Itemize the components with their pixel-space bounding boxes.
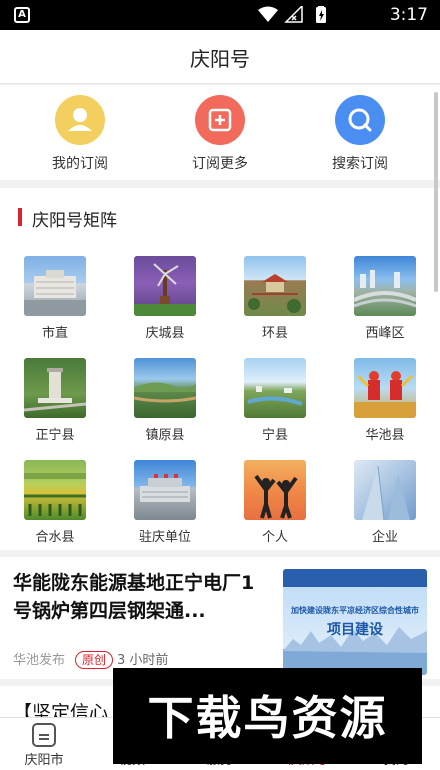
original-badge: 原创: [75, 651, 114, 669]
matrix-item-label: 驻庆单位: [138, 530, 191, 545]
app-screen: A 3:17 庆阳号 我的订阅 订阅更多 搜索订阅 庆阳号矩阵 市直 庆城县 环…: [0, 0, 440, 770]
matrix-item-heshui[interactable]: 合水县: [0, 460, 110, 545]
thumbnail-image: [354, 460, 416, 520]
account-matrix-section: 庆阳号矩阵 市直 庆城县 环县 西峰区 正宁县 镇原县 宁县 华池县 合水县 驻…: [0, 188, 440, 550]
matrix-item-zhuqing[interactable]: 驻庆单位: [110, 460, 220, 545]
thumbnail-image: [244, 256, 306, 316]
thumbnail-image: [354, 256, 416, 316]
matrix-item-label: 华池县: [365, 428, 405, 443]
matrix-item-qiye[interactable]: 企业: [330, 460, 440, 545]
quick-actions: 我的订阅 订阅更多 搜索订阅: [0, 85, 440, 180]
matrix-item-label: 合水县: [35, 530, 75, 545]
document-icon: [32, 723, 56, 747]
thumbnail-image: [134, 460, 196, 520]
matrix-item-huachi[interactable]: 华池县: [330, 358, 440, 443]
article-time: 3 小时前: [117, 653, 169, 668]
thumbnail-image: [354, 358, 416, 418]
clock: 3:17: [389, 5, 428, 25]
article-meta: 华池发布 原创 3 小时前: [13, 649, 169, 669]
matrix-item-label: 市直: [41, 326, 68, 341]
matrix-item-label: 宁县: [261, 428, 288, 443]
thumbnail-image: [244, 460, 306, 520]
matrix-item-geren[interactable]: 个人: [220, 460, 330, 545]
matrix-item-label: 西峰区: [365, 326, 405, 341]
nav-tab-qingyang-city[interactable]: 庆阳市: [0, 718, 88, 770]
matrix-item-zhengning[interactable]: 正宁县: [0, 358, 110, 443]
matrix-item-label: 正宁县: [35, 428, 75, 443]
wifi-icon: [258, 6, 278, 22]
thumbnail-image: [24, 460, 86, 520]
article-card[interactable]: 华能陇东能源基地正宁电厂1号锅炉第四层钢架通... 华池发布 原创 3 小时前 加快…: [0, 557, 440, 679]
matrix-item-label: 环县: [261, 326, 288, 341]
thumbnail-banner-text: 加快建设陇东平凉经济区综合性城市: [291, 606, 419, 615]
thumbnail-image: [134, 358, 196, 418]
quick-action-label: 我的订阅: [52, 156, 108, 172]
matrix-item-label: 庆城县: [145, 326, 185, 341]
matrix-item-huanxian[interactable]: 环县: [220, 256, 330, 341]
search-subscriptions-button[interactable]: 搜索订阅: [300, 95, 420, 173]
search-icon: [335, 95, 385, 145]
scrollbar[interactable]: [434, 92, 438, 292]
user-icon: [55, 95, 105, 145]
thumbnail-image: [24, 256, 86, 316]
thumbnail-image: [244, 358, 306, 418]
status-icons: [258, 6, 326, 23]
matrix-item-ningxian[interactable]: 宁县: [220, 358, 330, 443]
matrix-item-zhenyuan[interactable]: 镇原县: [110, 358, 220, 443]
nav-label: 庆阳市: [24, 753, 64, 768]
page-title: 庆阳号: [190, 47, 250, 71]
article-thumbnail: 加快建设陇东平凉经济区综合性城市 项目建设: [283, 569, 427, 675]
subscribe-more-button[interactable]: 订阅更多: [160, 95, 280, 173]
matrix-item-qingcheng[interactable]: 庆城县: [110, 256, 220, 341]
article-title[interactable]: 华能陇东能源基地正宁电厂1号锅炉第四层钢架通...: [13, 569, 271, 625]
section-title: 庆阳号矩阵: [32, 211, 117, 231]
matrix-item-label: 企业: [371, 530, 398, 545]
status-bar: A 3:17: [0, 0, 440, 30]
thumbnail-caption: 项目建设: [327, 622, 383, 638]
matrix-item-label: 个人: [261, 530, 288, 545]
quick-action-label: 搜索订阅: [332, 156, 388, 172]
watermark-text: 下载鸟资源: [147, 691, 388, 745]
app-notification-icon: A: [14, 7, 30, 23]
thumbnail-image: [24, 358, 86, 418]
matrix-item-xifeng[interactable]: 西峰区: [330, 256, 440, 341]
top-header: 庆阳号: [0, 30, 440, 84]
thumbnail-image: [134, 256, 196, 316]
add-icon: [195, 95, 245, 145]
matrix-item-shizhi[interactable]: 市直: [0, 256, 110, 341]
watermark-overlay: 下载鸟资源: [113, 668, 422, 764]
signal-icon: [284, 6, 303, 23]
quick-action-label: 订阅更多: [192, 156, 248, 172]
article-source: 华池发布: [13, 653, 66, 668]
my-subscriptions-button[interactable]: 我的订阅: [20, 95, 140, 173]
section-accent-bar: [18, 208, 22, 226]
matrix-item-label: 镇原县: [145, 428, 185, 443]
